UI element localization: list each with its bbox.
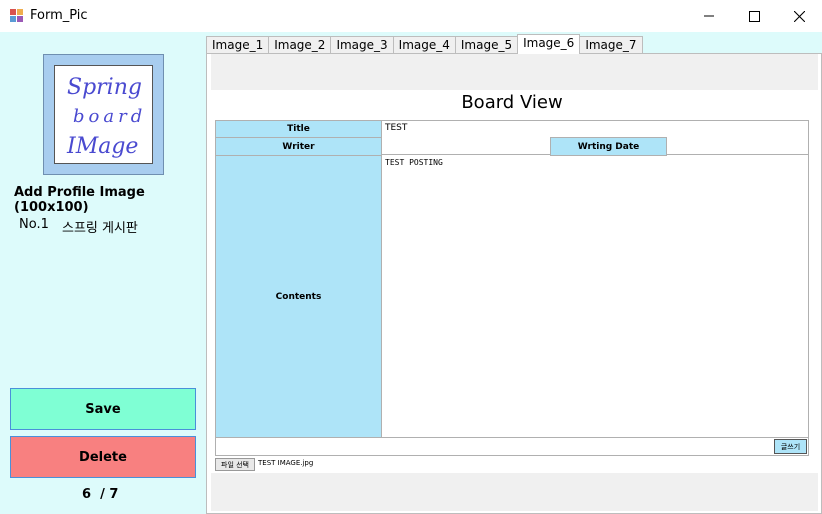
tab-image-5[interactable]: Image_5 [454,36,519,54]
writing-date-header: Wrting Date [550,137,667,156]
title-value[interactable]: TEST [382,121,808,137]
contents-header: Contents [215,155,382,438]
browser-bottom-area [211,473,818,511]
browser-top-area [211,54,818,90]
profile-image: Spring board IMage [54,65,153,164]
selected-file-name: TEST IMAGE.jpg [258,459,314,467]
board-view-heading: Board View [461,92,563,113]
tab-image-4[interactable]: Image_4 [392,36,456,54]
form-app-icon [10,9,24,23]
choose-file-button[interactable]: 파일 선택 [215,458,255,471]
delete-button[interactable]: Delete [10,436,196,478]
writer-value[interactable] [382,138,551,155]
window-title: Form_Pic [30,8,88,23]
writing-date-value[interactable] [666,138,808,155]
tab-image-1[interactable]: Image_1 [206,36,270,54]
title-header: Title [215,120,382,138]
image-tabs: Image_1 Image_2 Image_3 Image_4 Image_5 … [206,34,643,54]
tab-image-2[interactable]: Image_2 [268,36,332,54]
tab-image-7[interactable]: Image_7 [579,36,643,54]
board-table: Title TEST Writer Wrting Date Contents T… [215,120,809,438]
minimize-icon [704,15,714,17]
profile-handwriting: Spring board IMage [66,75,146,159]
handwriting-line-2: board [73,106,146,127]
maximize-button[interactable] [731,0,777,32]
contents-textarea[interactable]: TEST POSTING [382,156,808,437]
maximize-icon [748,10,760,22]
handwriting-line-1: Spring [67,75,142,100]
post-number-label: No.1 [19,217,49,232]
profile-image-frame[interactable]: Spring board IMage [43,54,164,175]
writer-header: Writer [215,137,382,156]
right-panel: Image_1 Image_2 Image_3 Image_4 Image_5 … [206,32,822,514]
write-row: 글쓰기 [215,438,809,456]
close-button[interactable] [776,0,822,32]
handwriting-line-3: IMage [66,134,138,159]
minimize-button[interactable] [686,0,732,32]
tab-image-6[interactable]: Image_6 [517,34,581,54]
tab-image-3[interactable]: Image_3 [330,36,394,54]
save-button[interactable]: Save [10,388,196,430]
add-profile-label: Add Profile Image (100x100) [14,185,145,215]
close-icon [793,10,805,22]
title-bar: Form_Pic [0,0,822,32]
page-indicator: 6 / 7 [82,487,119,502]
left-panel: Spring board IMage Add Profile Image (10… [0,32,206,514]
tab-page-image-6: Board View Title TEST Writer Wrting Date… [206,53,822,514]
write-post-button[interactable]: 글쓰기 [774,439,807,454]
board-name-label: 스프링 게시판 [62,221,138,236]
